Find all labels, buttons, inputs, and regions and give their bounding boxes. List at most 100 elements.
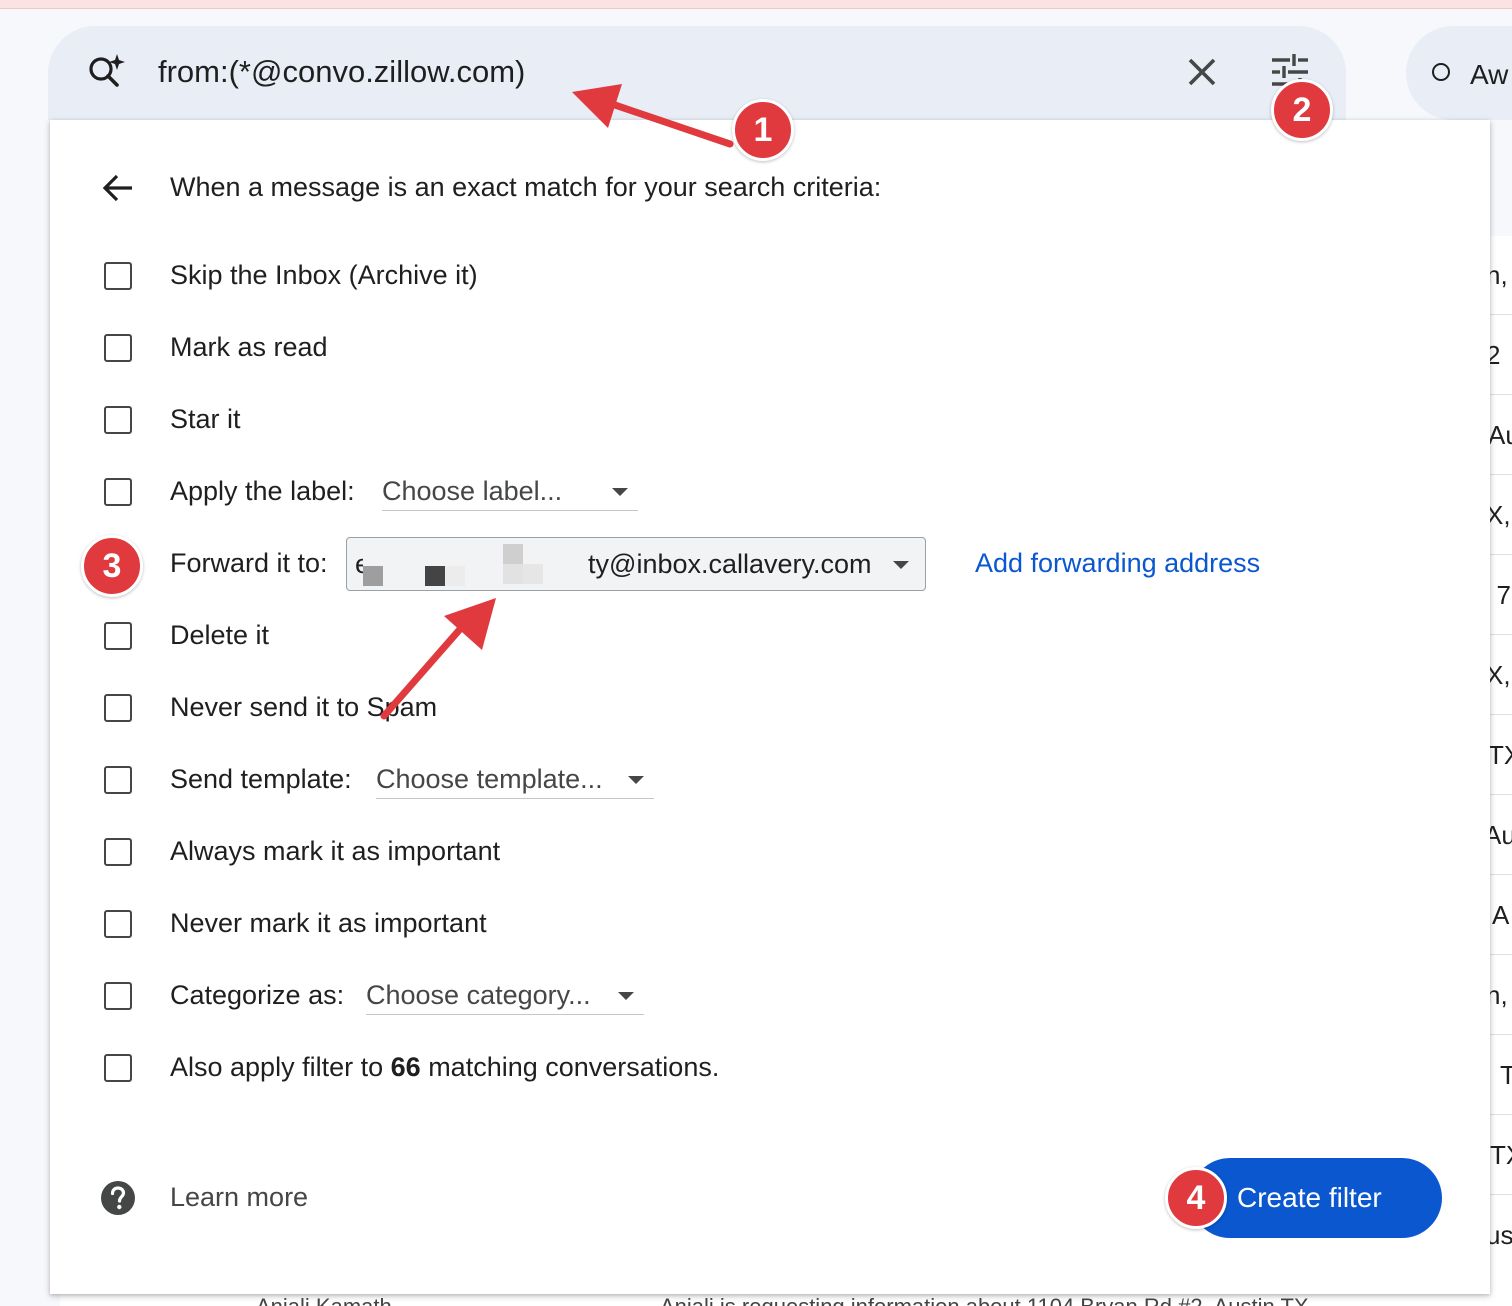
redaction-pixel [503, 564, 523, 584]
apply-existing-prefix: Also apply filter to [170, 1052, 384, 1082]
always-important-checkbox[interactable] [104, 838, 132, 866]
list-item-fragment: Au [1490, 820, 1512, 850]
list-divider [1490, 1194, 1512, 1195]
option-label: Skip the Inbox (Archive it) [170, 260, 478, 290]
filter-heading: When a message is an exact match for you… [170, 172, 882, 202]
annotation-badge-4: 4 [1165, 1167, 1227, 1229]
background-email-list: n, 2 Au X, . 7 X, TX Au A n, T TX us [1490, 236, 1512, 1306]
list-divider [1490, 474, 1512, 475]
create-filter-button[interactable]: Create filter [1190, 1158, 1442, 1238]
never-spam-checkbox[interactable] [104, 694, 132, 722]
sender-name: Anjali Kamath [256, 1294, 392, 1306]
create-filter-label: Create filter [1237, 1182, 1382, 1213]
forward-address-domain: ty@inbox.callavery.com [588, 549, 872, 579]
option-always-important: Always mark it as important [98, 832, 1398, 876]
list-divider [1490, 554, 1512, 555]
list-divider [1490, 874, 1512, 875]
browser-top-strip [0, 0, 1512, 9]
option-mark-read: Mark as read [98, 328, 1398, 372]
matching-count: 66 [390, 1052, 421, 1082]
list-divider [1490, 1114, 1512, 1115]
option-label: Also apply filter to 66 matching convers… [170, 1052, 719, 1083]
redaction-pixel [523, 564, 543, 584]
category-dropdown[interactable]: Choose category... [366, 976, 644, 1015]
annotation-badge-2: 2 [1271, 79, 1333, 141]
status-label: Aw [1470, 59, 1509, 90]
option-label: Delete it [170, 620, 270, 650]
option-star: Star it [98, 400, 1398, 444]
list-item-fragment: us [1490, 1220, 1512, 1250]
template-dropdown[interactable]: Choose template... [376, 760, 654, 799]
option-label: Categorize as: [170, 980, 345, 1010]
option-never-important: Never mark it as important [98, 904, 1398, 948]
label-dropdown[interactable]: Choose label... [382, 472, 638, 511]
list-item-fragment: X, [1490, 500, 1511, 530]
list-item-fragment: A [1492, 900, 1510, 930]
list-divider [1490, 714, 1512, 715]
learn-more-link[interactable]: Learn more [170, 1182, 308, 1213]
redaction-pixel [425, 566, 445, 586]
list-item-fragment: TX [1490, 740, 1512, 770]
option-label: Apply the label: [170, 476, 355, 506]
list-divider [1490, 794, 1512, 795]
redaction-pixel [363, 566, 383, 586]
annotation-badge-3: 3 [81, 535, 143, 597]
dropdown-arrow-icon [612, 488, 628, 496]
list-divider [1490, 314, 1512, 315]
option-label: Send template: [170, 764, 352, 794]
template-dropdown-value: Choose template... [376, 764, 603, 794]
list-item-fragment: T [1500, 1060, 1512, 1090]
dropdown-arrow-icon [618, 992, 634, 1000]
search-sparkle-icon[interactable] [84, 50, 128, 94]
redaction-blur [363, 542, 581, 586]
skip-inbox-checkbox[interactable] [104, 262, 132, 290]
email-snippet: Anjali is requesting information about 1… [660, 1294, 1309, 1306]
option-categorize: Categorize as: Choose category... [98, 976, 1398, 1020]
dropdown-arrow-icon [628, 776, 644, 784]
option-label: Always mark it as important [170, 836, 501, 866]
help-icon[interactable] [100, 1180, 136, 1216]
label-dropdown-value: Choose label... [382, 476, 563, 506]
list-divider [1490, 634, 1512, 635]
apply-label-checkbox[interactable] [104, 478, 132, 506]
star-checkbox[interactable] [104, 406, 132, 434]
option-label: Forward it to: [170, 548, 328, 578]
redaction-pixel [503, 544, 523, 564]
mark-read-checkbox[interactable] [104, 334, 132, 362]
status-ring-icon [1432, 63, 1450, 81]
list-divider [1490, 1034, 1512, 1035]
send-template-checkbox[interactable] [104, 766, 132, 794]
redaction-pixel [445, 566, 465, 586]
option-label: Never mark it as important [170, 908, 487, 938]
delete-checkbox[interactable] [104, 622, 132, 650]
dropdown-arrow-icon [893, 561, 909, 569]
list-item-fragment: . 7 [1490, 580, 1511, 610]
category-dropdown-value: Choose category... [366, 980, 591, 1010]
option-apply-label: Apply the label: Choose label... [98, 472, 1398, 516]
list-divider [1490, 394, 1512, 395]
list-item-fragment: 2 [1490, 340, 1501, 370]
option-label: Never send it to Spam [170, 692, 438, 722]
option-skip-inbox: Skip the Inbox (Archive it) [98, 256, 1398, 300]
list-item-fragment: X, [1490, 660, 1511, 690]
option-delete: Delete it [98, 616, 1398, 660]
apply-existing-suffix: matching conversations. [428, 1052, 720, 1082]
option-label: Star it [170, 404, 241, 434]
option-label: Mark as read [170, 332, 328, 362]
close-icon[interactable] [1182, 52, 1222, 92]
annotation-badge-1: 1 [732, 99, 794, 161]
forward-address-select[interactable]: ety@inbox.callavery.com [346, 537, 926, 591]
arrow-back-icon[interactable] [98, 168, 138, 208]
list-item-fragment: TX [1490, 1140, 1512, 1170]
categorize-checkbox[interactable] [104, 982, 132, 1010]
list-item-fragment: n, [1490, 980, 1508, 1010]
option-never-spam: Never send it to Spam [98, 688, 1398, 732]
option-apply-existing: Also apply filter to 66 matching convers… [98, 1048, 1398, 1092]
add-forwarding-address-link[interactable]: Add forwarding address [975, 548, 1260, 579]
background-email-row: Anjali Kamath Anjali is requesting infor… [60, 1294, 1490, 1306]
search-input[interactable]: from:(*@convo.zillow.com) [158, 54, 525, 90]
never-important-checkbox[interactable] [104, 910, 132, 938]
apply-existing-checkbox[interactable] [104, 1054, 132, 1082]
list-divider [1490, 954, 1512, 955]
option-send-template: Send template: Choose template... [98, 760, 1398, 804]
